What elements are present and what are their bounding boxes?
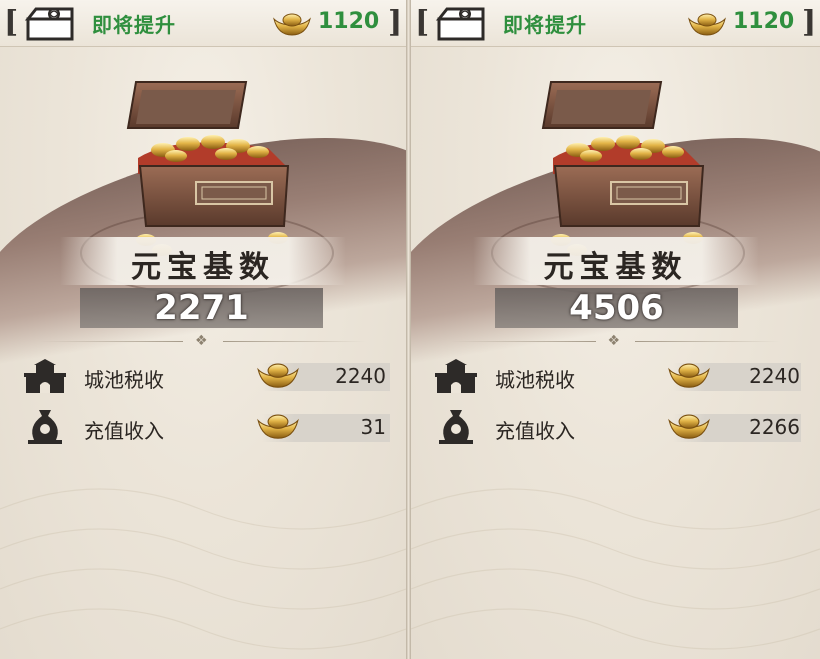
money-bag-icon xyxy=(439,410,473,444)
money-bag-icon xyxy=(28,410,62,444)
ingot-base-value: 4506 xyxy=(569,288,664,328)
ingot-base-title: 元宝基数 xyxy=(131,250,275,285)
bracket-right-icon: ] xyxy=(388,5,403,40)
treasure-scene: 元宝基数 2271 xyxy=(0,46,406,368)
treasure-chest-icon xyxy=(24,7,74,41)
gold-ingot-icon xyxy=(667,358,711,390)
row-value: 2240 xyxy=(749,364,800,388)
background-pattern xyxy=(0,488,406,650)
row-value: 2266 xyxy=(749,415,800,439)
knot-ornament-icon: ❖ xyxy=(195,333,208,349)
top-bar: [ 即将提升 1120 ] xyxy=(0,0,406,47)
gold-ingot-icon xyxy=(667,409,711,441)
gold-ingot-icon xyxy=(272,9,312,37)
gold-ingot-icon xyxy=(256,409,300,441)
ingot-base-value: 2271 xyxy=(154,288,249,328)
row-label: 充值收入 xyxy=(84,419,164,443)
gold-ingot-icon xyxy=(687,9,727,37)
treasure-scene: 元宝基数 4506 xyxy=(411,46,820,368)
row-label: 城池税收 xyxy=(495,368,575,392)
city-wall-icon xyxy=(435,359,477,393)
background-pattern xyxy=(411,488,820,650)
treasure-chest-icon xyxy=(435,7,485,41)
row-city-tax: 城池税收 2240 xyxy=(411,352,820,400)
row-city-tax: 城池税收 2240 xyxy=(0,352,406,400)
city-wall-icon xyxy=(24,359,66,393)
revenue-panel-left: [ 即将提升 1120 ] 元宝基数 2271 ❖ 城池税收 2240 充值收入… xyxy=(0,0,406,659)
gold-ingot-icon xyxy=(256,358,300,390)
top-ingot-amount: 1120 xyxy=(318,9,380,34)
row-label: 充值收入 xyxy=(495,419,575,443)
row-value: 31 xyxy=(360,415,386,439)
knot-ornament-icon: ❖ xyxy=(607,333,621,349)
top-ingot-amount: 1120 xyxy=(733,9,795,34)
ingot-base-title: 元宝基数 xyxy=(543,250,688,285)
ornament-divider: ❖ xyxy=(40,333,366,349)
upgrade-status-text: 即将提升 xyxy=(503,13,587,37)
top-bar: [ 即将提升 1120 ] xyxy=(411,0,820,47)
bracket-left-icon: [ xyxy=(415,5,430,40)
row-label: 城池税收 xyxy=(84,368,164,392)
row-recharge-income: 充值收入 2266 xyxy=(411,403,820,451)
row-value: 2240 xyxy=(335,364,386,388)
bracket-left-icon: [ xyxy=(4,5,19,40)
row-recharge-income: 充值收入 31 xyxy=(0,403,406,451)
ornament-divider: ❖ xyxy=(451,333,780,349)
upgrade-status-text: 即将提升 xyxy=(92,13,176,37)
revenue-panel-right: [ 即将提升 1120 ] 元宝基数 4506 ❖ 城池税收 2240 充值收入… xyxy=(411,0,820,659)
bracket-right-icon: ] xyxy=(802,5,817,40)
